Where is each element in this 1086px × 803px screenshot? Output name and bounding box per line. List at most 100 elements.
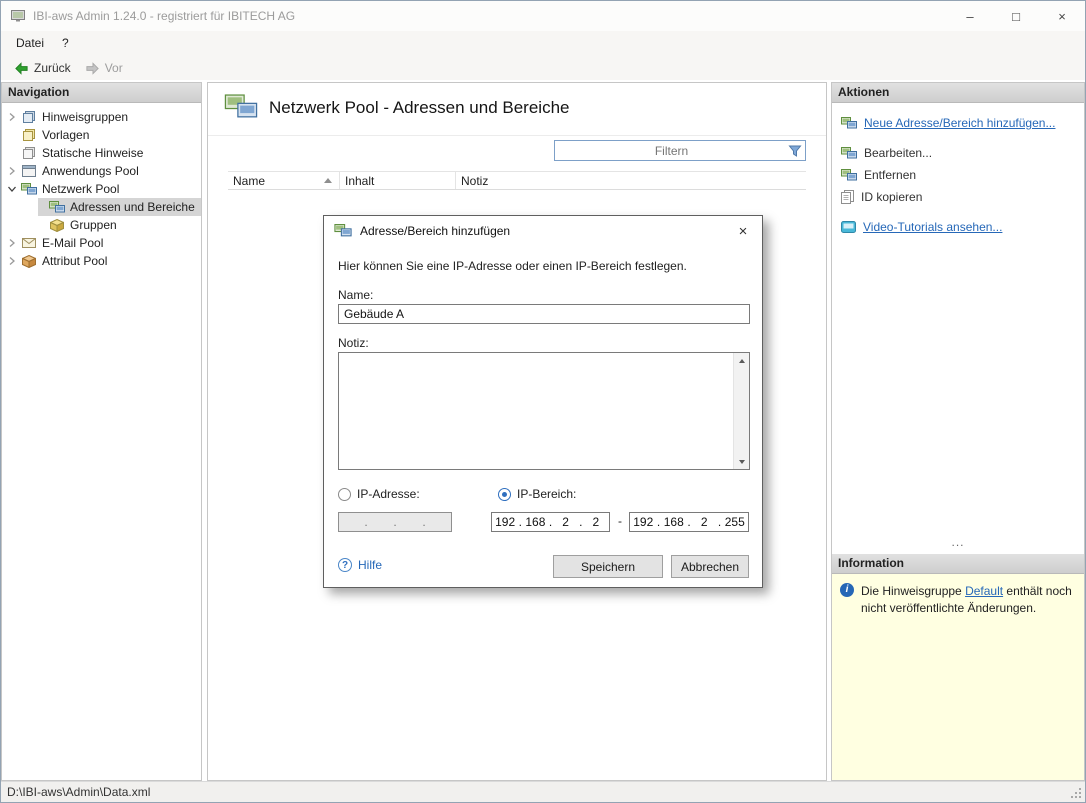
action-label: Entfernen [864,168,917,182]
tree-item-hinweisgruppen[interactable]: Hinweisgruppen [2,108,201,126]
column-label: Notiz [461,173,489,188]
add-address-icon [841,116,857,130]
title-separator [208,135,826,136]
remove-icon [841,168,857,182]
statische-hinweise-icon [20,146,37,160]
name-label: Name: [338,288,374,302]
name-input[interactable] [338,304,750,324]
default-group-link[interactable]: Default [965,584,1003,598]
tree-item-adressen-und-bereiche[interactable]: Adressen und Bereiche [38,198,201,216]
vorlagen-icon [20,128,37,142]
tree-item-netzwerk-pool[interactable]: Netzwerk Pool [2,180,201,198]
ip-range-radio[interactable]: IP-Bereich: [498,487,576,501]
dialog-close-button[interactable]: × [724,216,762,246]
ip-segment: 192 [633,515,654,529]
tree-item-label: Statische Hinweise [42,146,144,160]
chevron-right-icon[interactable] [4,111,20,123]
scroll-up-button[interactable] [734,353,749,368]
action-label: Video-Tutorials ansehen... [863,220,1003,234]
cancel-button[interactable]: Abbrechen [671,555,749,578]
tree-item-label: Netzwerk Pool [42,182,120,196]
anwendungs-pool-icon [20,165,37,177]
radio-unchecked-icon[interactable] [338,487,351,501]
tree-item-statische-hinweise[interactable]: Statische Hinweise [2,144,201,162]
note-input[interactable] [338,352,750,470]
copy-icon [841,190,854,204]
tree-item-attribut-pool[interactable]: Attribut Pool [2,252,201,270]
chevron-right-icon[interactable] [4,237,20,249]
ip-segment: 192 [495,515,516,529]
info-icon: i [840,583,854,597]
action-label: Neue Adresse/Bereich hinzufügen... [864,116,1056,130]
column-header-notiz[interactable]: Notiz [456,172,806,189]
ip-address-label[interactable]: IP-Adresse: [357,487,420,501]
column-label: Name [233,173,266,188]
ip-address-input[interactable]: ... [338,512,452,532]
action-remove[interactable]: Entfernen [832,164,1084,186]
ip-range-label[interactable]: IP-Bereich: [517,487,576,501]
information-header: Information [832,554,1084,574]
tree-item-email-pool[interactable]: E-Mail Pool [2,234,201,252]
minimize-button[interactable]: – [947,1,993,31]
maximize-button[interactable]: □ [993,1,1039,31]
dialog-title: Adresse/Bereich hinzufügen [360,224,511,238]
radio-checked-icon[interactable] [498,487,511,501]
panel-splitter-handle[interactable]: ... [832,536,1084,550]
table-header: Name Inhalt Notiz [228,171,806,190]
app-icon [10,9,26,23]
forward-label: Vor [104,61,123,75]
chevron-down-icon[interactable] [4,183,20,195]
window-controls: – □ × [947,1,1085,31]
menu-datei[interactable]: Datei [7,31,53,56]
filter-box[interactable] [554,140,806,161]
ip-segment: 168 [525,515,546,529]
page-title: Netzwerk Pool - Adressen und Bereiche [269,97,570,117]
tree-item-label: E-Mail Pool [42,236,104,250]
ip-range-end-input[interactable]: 192. 168. 2. 255 [629,512,749,532]
column-header-name[interactable]: Name [228,172,340,189]
column-header-inhalt[interactable]: Inhalt [340,172,456,189]
ip-segment: 2 [592,515,600,529]
help-link[interactable]: ? Hilfe [338,558,382,572]
note-scrollbar[interactable] [733,353,749,469]
ip-segment: 255 [724,515,745,529]
action-copy-id[interactable]: ID kopieren [832,186,1084,208]
dialog-titlebar: Adresse/Bereich hinzufügen × [324,216,762,246]
tree-item-vorlagen[interactable]: Vorlagen [2,126,201,144]
close-button[interactable]: × [1039,1,1085,31]
chevron-right-icon[interactable] [4,255,20,267]
back-label: Zurück [34,61,71,75]
tree-item-label: Attribut Pool [42,254,108,268]
tree-item-anwendungs-pool[interactable]: Anwendungs Pool [2,162,201,180]
sort-ascending-icon [324,178,332,183]
gruppen-icon [48,218,65,232]
hinweisgruppen-icon [20,110,37,124]
back-button[interactable]: Zurück [7,59,78,78]
information-text: Die Hinweisgruppe Default enthält noch n… [861,583,1076,618]
information-box: i Die Hinweisgruppe Default enthält noch… [832,574,1084,780]
netzwerk-pool-icon [20,182,37,196]
menu-help[interactable]: ? [53,31,78,56]
chevron-right-icon[interactable] [4,165,20,177]
titlebar: IBI-aws Admin 1.24.0 - registriert für I… [1,1,1085,31]
scroll-down-button[interactable] [734,454,749,469]
note-value [342,355,729,467]
save-button[interactable]: Speichern [553,555,663,578]
attribut-pool-icon [20,254,37,268]
tree-item-gruppen[interactable]: Gruppen [2,216,201,234]
ip-address-radio[interactable]: IP-Adresse: [338,487,420,501]
forward-button[interactable]: Vor [78,59,130,78]
action-add-address[interactable]: Neue Adresse/Bereich hinzufügen... [832,112,1084,134]
action-edit[interactable]: Bearbeiten... [832,142,1084,164]
actions-panel: Aktionen Neue Adresse/Bereich hinzufügen… [831,82,1085,781]
network-pool-icon [224,94,258,121]
resize-grip[interactable] [1071,788,1082,799]
actions-header: Aktionen [832,83,1084,103]
filter-input[interactable] [555,143,788,158]
help-label: Hilfe [358,558,383,572]
action-video-tutorials[interactable]: Video-Tutorials ansehen... [832,216,1084,238]
email-pool-icon [20,238,37,248]
ip-separator: . [393,515,397,529]
filter-funnel-icon[interactable] [788,144,802,158]
ip-range-start-input[interactable]: 192. 168. 2. 2 [491,512,610,532]
